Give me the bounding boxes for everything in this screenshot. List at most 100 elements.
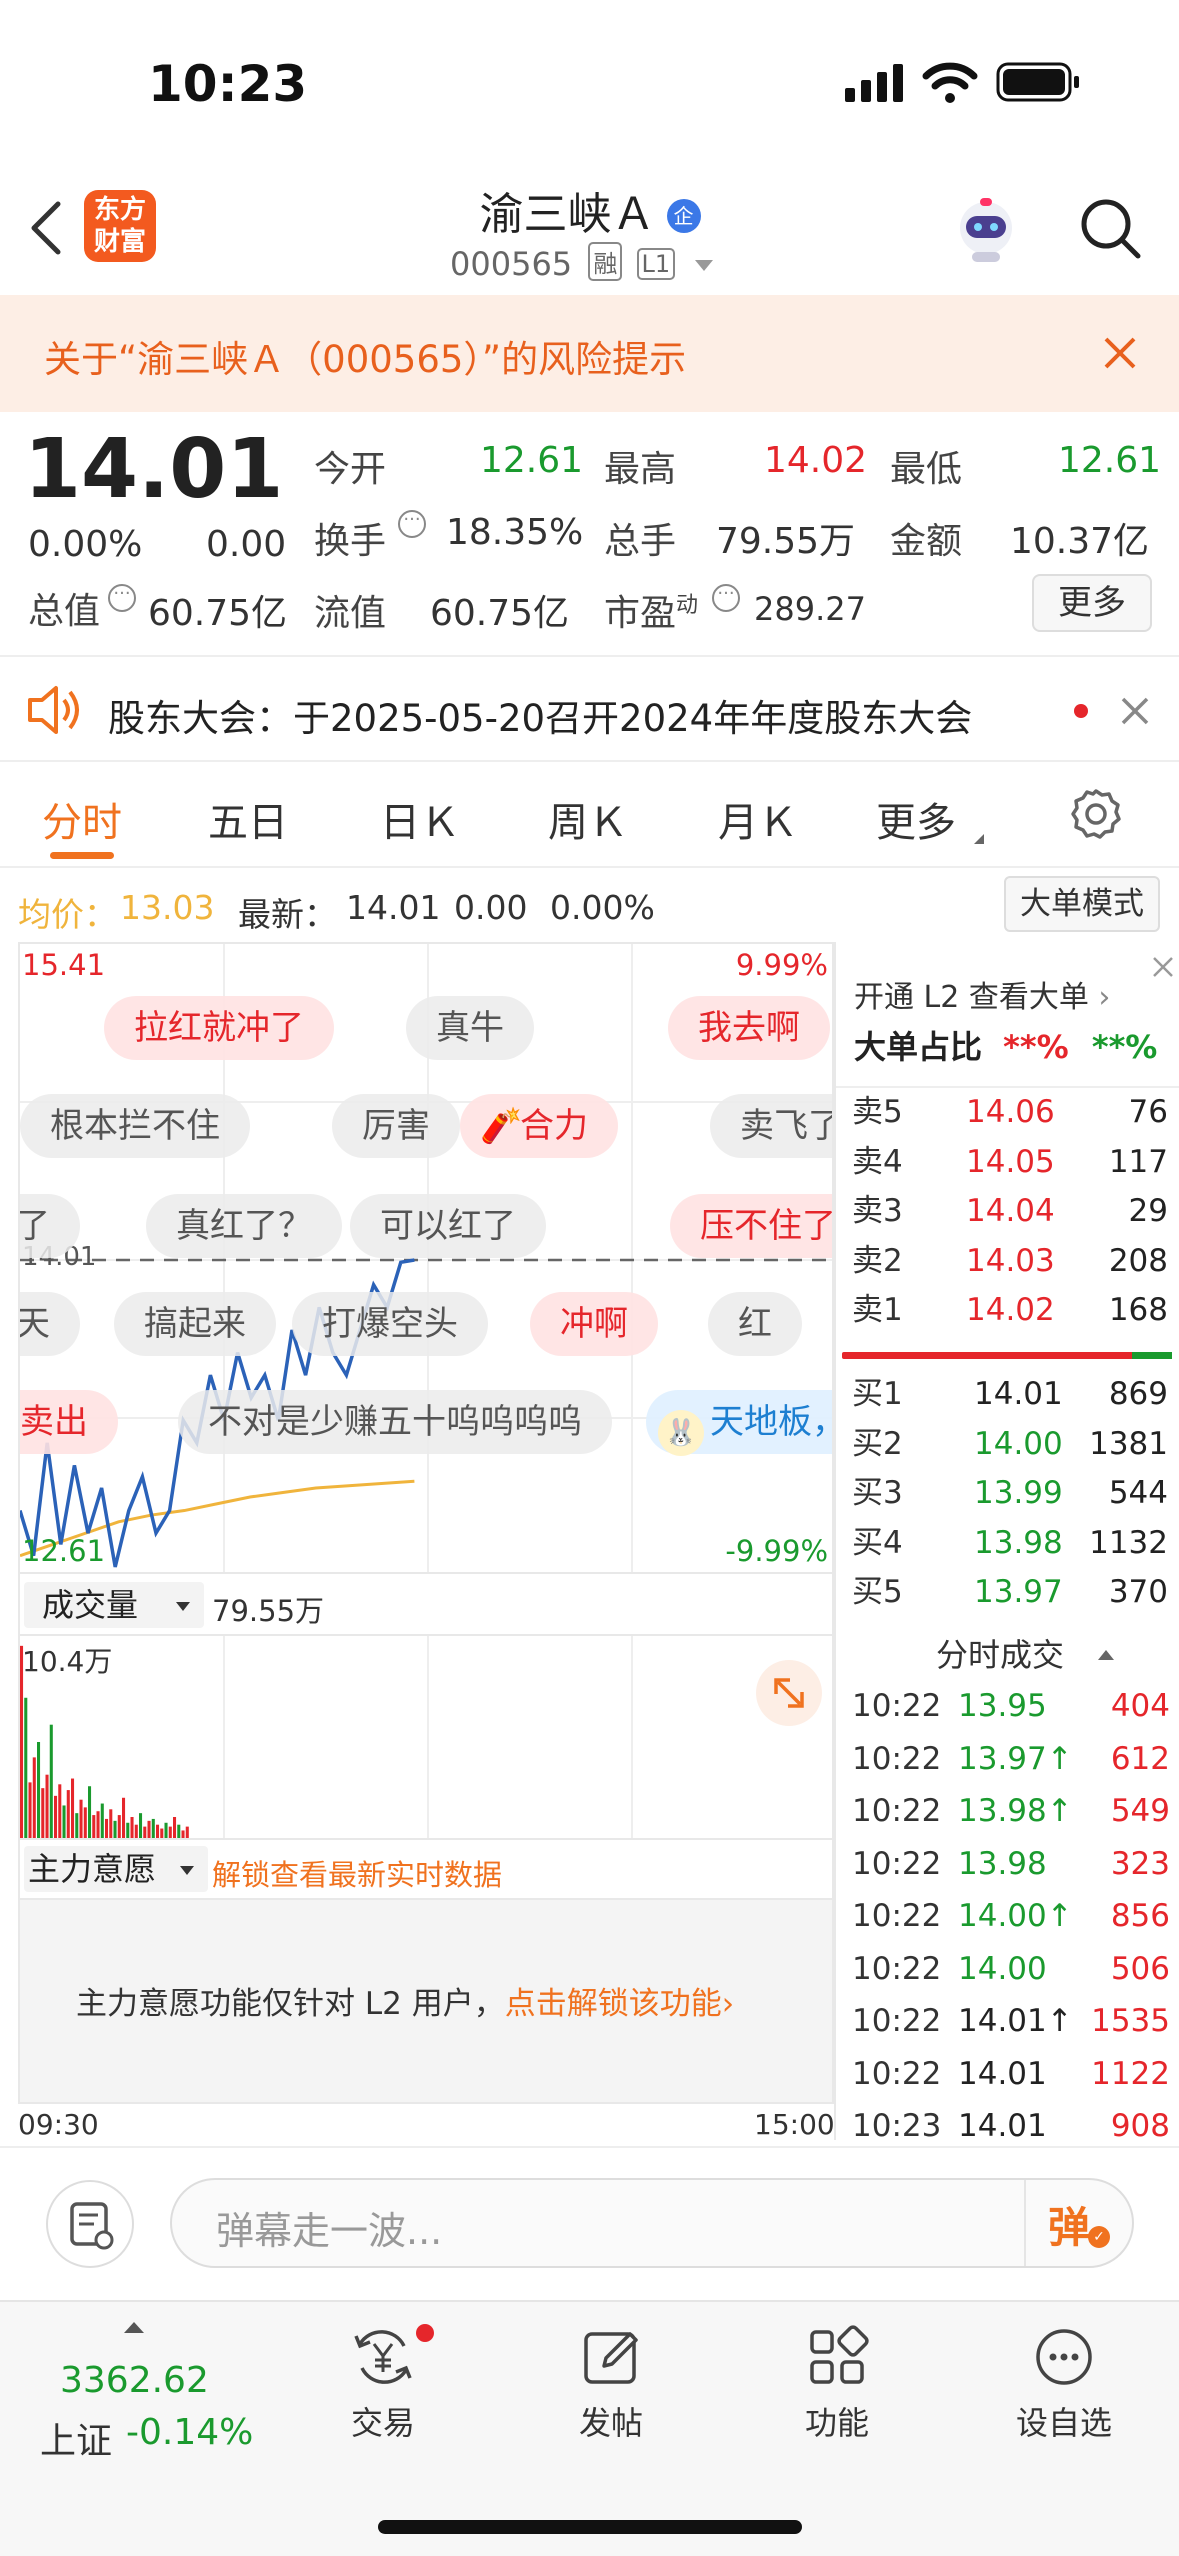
volume-bar (41, 1788, 45, 1838)
order-book-buy-row: 买3 13.99 544 (852, 1469, 1168, 1518)
volume-bar (126, 1822, 130, 1838)
back-icon[interactable] (26, 198, 66, 258)
big-order-mode-button[interactable]: 大单模式 (1004, 876, 1160, 932)
high-value: 14.02 (764, 440, 868, 481)
tab-functions-label: 功能 (804, 2404, 869, 2442)
more-button[interactable]: 更多 (1032, 574, 1152, 632)
tab-more[interactable]: 更多 (876, 790, 956, 848)
tick-volume: 323 (1110, 1845, 1170, 1882)
notice-bar[interactable]: 股东大会：于2025-05-20召开2024年年度股东大会 (0, 660, 1179, 760)
order-volume: 208 (1108, 1242, 1168, 1279)
main-force-message: 主力意愿功能仅针对 L2 用户，点击解锁该功能› (76, 1978, 734, 2023)
main-force-selector[interactable]: 主力意愿 (24, 1846, 208, 1892)
danmaku-item: 🐰 天地板， (646, 1390, 834, 1456)
big-order-ratio: 大单占比 **% **% (854, 1022, 1157, 1068)
danmaku-item: 压不住了 (670, 1194, 832, 1258)
volume-bar (168, 1826, 172, 1838)
notification-dot (416, 2324, 434, 2342)
latest-pct: 0.00% (550, 888, 655, 927)
gear-icon[interactable] (1068, 786, 1124, 842)
close-icon[interactable] (1100, 333, 1140, 373)
tab-functions[interactable]: 功能 (772, 2322, 902, 2472)
yen-exchange-icon (354, 2330, 412, 2384)
tab-intraday[interactable]: 分时 (42, 790, 122, 848)
tab-monthly-k[interactable]: 月Ｋ (718, 790, 798, 848)
order-level-label: 卖2 (852, 1242, 903, 1279)
tick-price: 13.95 (958, 1688, 1047, 1724)
header: 东方 财富 渝三峡Ａ 企 000565 融 L1 (0, 160, 1179, 295)
tab-trade[interactable]: 交易 (318, 2322, 448, 2472)
tab-five-day[interactable]: 五日 (208, 790, 288, 848)
pe-info-icon[interactable]: ··· (712, 584, 740, 612)
volume-selector-label: 成交量 (42, 1586, 139, 1624)
main-force-unlock-button[interactable]: 点击解锁该功能 (505, 1986, 722, 2022)
stock-code-row[interactable]: 000565 融 L1 (450, 242, 750, 283)
amount-label: 金额 (890, 521, 963, 562)
main-force-message-text: 主力意愿功能仅针对 L2 用户， (76, 1986, 505, 2022)
order-book-buy-row: 买5 13.97 370 (852, 1568, 1168, 1617)
info-icon[interactable]: ··· (108, 584, 136, 612)
main-force-unlock-link[interactable]: 解锁查看最新实时数据 (212, 1852, 502, 1894)
robot-assistant-icon[interactable] (950, 194, 1022, 266)
bottom-tab-bar: 3362.62 上证 -0.14% 交易 发帖 功能 设自选 (0, 2300, 1179, 2556)
close-icon[interactable] (1150, 954, 1176, 980)
volume-bar (66, 1790, 70, 1838)
search-icon[interactable] (1078, 196, 1144, 262)
order-volume: 1381 (1089, 1425, 1168, 1462)
x-axis-end: 15:00 (754, 2108, 835, 2141)
volume-bar (37, 1742, 41, 1838)
volume-panel-header: 成交量 79.55万 (18, 1574, 834, 1634)
tick-row: 10:23 14.01 908 (852, 2100, 1170, 2152)
volume-bar (49, 1724, 53, 1838)
tick-price: 14.01 (958, 2108, 1047, 2144)
tick-row: 10:22 14.00 506 (852, 1943, 1170, 1995)
danmaku-input[interactable]: 弹幕走一波... 弹 ✓ (170, 2178, 1134, 2268)
order-volume: 544 (1108, 1475, 1168, 1511)
volume-bar (71, 1778, 75, 1838)
app-logo[interactable]: 东方 财富 (84, 190, 156, 262)
volume-selector[interactable]: 成交量 (24, 1582, 204, 1628)
order-price: 14.02 (966, 1292, 1055, 1328)
tick-volume: 908 (1110, 2108, 1170, 2144)
tab-post[interactable]: 发帖 (546, 2322, 676, 2472)
volume-bar (83, 1807, 87, 1838)
tab-watchlist[interactable]: 设自选 (996, 2322, 1132, 2472)
danmaku-item: 不对是少赚五十呜呜呜呜 (178, 1390, 612, 1454)
danmaku-input-placeholder: 弹幕走一波... (216, 2209, 443, 2253)
latest-change: 0.00 (454, 888, 528, 927)
tab-more-triangle-icon (974, 834, 984, 844)
close-icon[interactable] (1120, 696, 1150, 726)
news-feed-icon[interactable] (46, 2180, 134, 2268)
risk-banner[interactable]: 关于“渝三峡Ａ（000565）”的风险提示 (0, 295, 1179, 412)
tab-daily-k[interactable]: 日Ｋ (380, 790, 460, 848)
l2-promo-link[interactable]: 开通 L2 查看大单 › (854, 972, 1110, 1016)
volume-bar (79, 1799, 83, 1838)
index-ticker[interactable]: 3362.62 上证 -0.14% (20, 2322, 260, 2472)
volume-chart[interactable]: 10.4万 (18, 1634, 834, 1840)
turnover-info-icon[interactable]: ··· (398, 510, 426, 538)
volume-bar (151, 1818, 155, 1838)
chevron-up-icon (1098, 1650, 1115, 1660)
order-level-label: 买1 (852, 1376, 903, 1412)
order-price: 13.97 (974, 1574, 1063, 1610)
high-label: 最高 (604, 449, 677, 490)
stock-title[interactable]: 渝三峡Ａ 企 (390, 178, 790, 242)
expand-icon[interactable] (756, 1660, 822, 1726)
danmaku-toggle-button[interactable]: 弹 ✓ (1048, 2194, 1114, 2254)
tick-price: 14.01 (958, 2055, 1047, 2092)
danmaku-text: 天地板， (710, 1402, 834, 1442)
tick-price: 13.97↑ (958, 1740, 1073, 1777)
ticks-header[interactable]: 分时成交 (936, 1630, 1115, 1676)
intraday-chart[interactable]: 15.41 9.99% 12.61 -9.99% 14.01 拉红就冲了 真牛 … (18, 942, 834, 1574)
float-label: 流值 (314, 593, 387, 634)
tab-weekly-k[interactable]: 周Ｋ (548, 790, 628, 848)
order-level-label: 买2 (852, 1425, 903, 1462)
chart-info-row: 均价： 13.03 最新： 14.01 0.00 0.00% 大单模式 (0, 868, 1179, 944)
volume-value: 79.55万 (716, 521, 856, 562)
main-force-label: 主力意愿 (28, 1850, 157, 1888)
ticks-title: 分时成交 (936, 1636, 1065, 1674)
tick-volume: 1535 (1091, 2003, 1170, 2039)
tick-time: 10:22 (852, 1845, 942, 1882)
x-axis-start: 09:30 (18, 2108, 99, 2141)
danmaku-item: 我去啊 (668, 996, 830, 1060)
